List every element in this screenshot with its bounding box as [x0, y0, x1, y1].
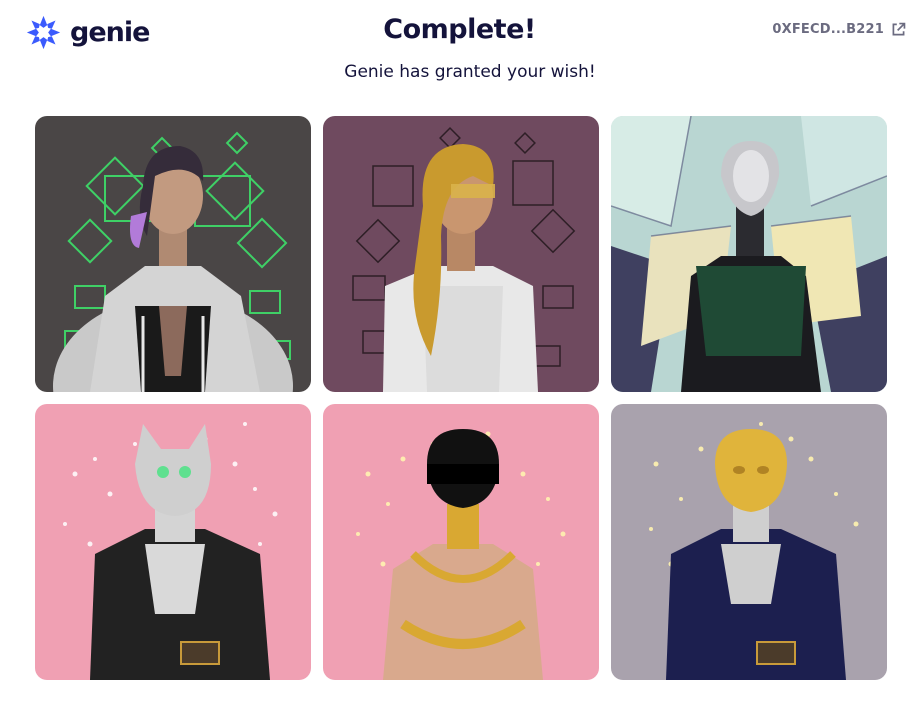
nft-avatar-gold-mask[interactable] — [611, 404, 887, 680]
external-link-icon — [892, 22, 906, 36]
nft-image — [611, 116, 887, 392]
page-subtitle: Genie has granted your wish! — [344, 62, 596, 82]
nft-avatar-silver-robot[interactable] — [611, 116, 887, 392]
nft-image — [35, 116, 311, 392]
nft-image — [611, 404, 887, 680]
nft-avatar-green-neon[interactable] — [35, 116, 311, 392]
nft-image — [35, 404, 311, 680]
nft-avatar-cat-mask[interactable] — [35, 404, 311, 680]
wallet-address-link[interactable]: 0XFECD...B221 — [772, 21, 907, 38]
nft-avatar-black-helmet[interactable] — [323, 404, 599, 680]
nft-image — [323, 116, 599, 392]
nft-gallery — [35, 116, 887, 680]
nft-image — [323, 404, 599, 680]
nft-avatar-gold-hair[interactable] — [323, 116, 599, 392]
wallet-address: 0XFECD...B221 — [772, 22, 884, 37]
